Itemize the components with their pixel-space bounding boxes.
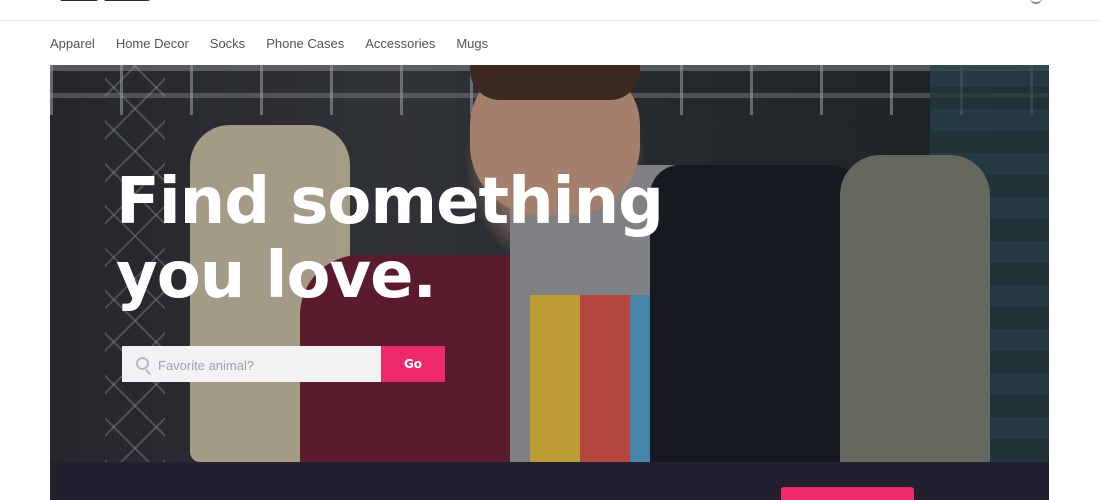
hero-search-form: Go <box>122 346 445 384</box>
search-box <box>122 346 381 384</box>
nav-item-socks[interactable]: Socks <box>210 36 245 54</box>
search-go-button[interactable]: Go <box>381 346 445 382</box>
category-nav: Apparel Home Decor Socks Phone Cases Acc… <box>50 36 509 54</box>
site-logo[interactable] <box>60 0 170 4</box>
promo-band <box>50 462 1049 500</box>
search-icon <box>136 357 149 370</box>
nav-item-phone-cases[interactable]: Phone Cases <box>266 36 344 54</box>
search-input[interactable] <box>156 346 380 384</box>
promo-cta-button[interactable] <box>781 487 914 500</box>
nav-item-home-decor[interactable]: Home Decor <box>116 36 189 54</box>
top-header <box>0 0 1100 21</box>
nav-item-apparel[interactable]: Apparel <box>50 36 95 54</box>
hero-title: Find something you love. <box>116 165 664 313</box>
nav-item-accessories[interactable]: Accessories <box>365 36 435 54</box>
account-icon[interactable] <box>1030 0 1042 4</box>
hero-banner: Find something you love. Go <box>50 65 1049 462</box>
nav-item-mugs[interactable]: Mugs <box>456 36 488 54</box>
